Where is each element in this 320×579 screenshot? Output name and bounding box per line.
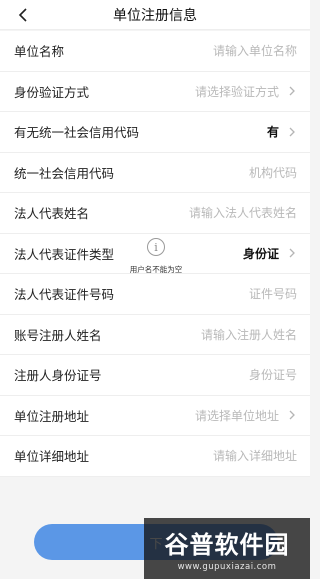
watermark: 谷普软件园 www.gupuxiazai.com	[144, 518, 310, 579]
page-title: 单位注册信息	[113, 7, 197, 24]
form-row-label: 法人代表证件类型	[14, 246, 115, 262]
form-row-input[interactable]: 身份证号	[249, 366, 297, 383]
form-row-label: 注册人身份证号	[14, 368, 102, 384]
form-row[interactable]: 法人代表姓名 请输入法人代表姓名	[0, 193, 310, 234]
toast-message: i 用户名不能为空	[121, 238, 191, 280]
chevron-right-icon	[289, 410, 295, 420]
form-row[interactable]: 单位名称 请输入单位名称	[0, 31, 310, 72]
chevron-right-icon	[289, 127, 295, 137]
toast-text: 用户名不能为空	[129, 265, 183, 274]
form-row-label: 法人代表姓名	[14, 206, 90, 222]
form-row-input[interactable]: 请输入法人代表姓名	[189, 204, 297, 221]
form-row-input[interactable]: 证件号码	[249, 285, 297, 302]
top-nav-bar: 单位注册信息	[0, 0, 310, 30]
info-icon: i	[147, 238, 165, 256]
form-row-label: 统一社会信用代码	[14, 165, 115, 181]
form-row-input[interactable]: 请输入单位名称	[213, 42, 297, 59]
form-row[interactable]: 单位详细地址 请输入详细地址	[0, 436, 310, 477]
form-row[interactable]: 单位注册地址 请选择单位地址	[0, 396, 310, 436]
form-row-label: 法人代表证件号码	[14, 287, 115, 303]
form-row-input[interactable]: 机构代码	[249, 164, 297, 181]
watermark-name: 谷普软件园	[164, 531, 290, 559]
form-row-label: 单位注册地址	[14, 408, 90, 424]
form-row-label: 身份验证方式	[14, 84, 90, 100]
chevron-right-icon	[289, 86, 295, 96]
chevron-left-icon	[18, 8, 27, 22]
form-row-input[interactable]: 请输入注册人姓名	[201, 326, 297, 343]
chevron-right-icon	[289, 248, 295, 258]
watermark-url: www.gupuxiazai.com	[177, 562, 277, 572]
form-row-select[interactable]: 请选择单位地址	[195, 407, 279, 424]
form-row-label: 账号注册人姓名	[14, 327, 102, 343]
form-row-label: 单位详细地址	[14, 449, 90, 465]
form-row-select[interactable]: 请选择验证方式	[195, 83, 279, 100]
form-row-select[interactable]: 有	[267, 123, 279, 140]
back-button[interactable]	[12, 4, 34, 26]
form-row[interactable]: 注册人身份证号 身份证号	[0, 355, 310, 396]
form-row-label: 单位名称	[14, 44, 65, 60]
form-row[interactable]: 账号注册人姓名 请输入注册人姓名	[0, 315, 310, 355]
form-row-label: 有无统一社会信用代码	[14, 125, 140, 141]
form-row[interactable]: 统一社会信用代码 机构代码	[0, 153, 310, 193]
form-row[interactable]: 身份验证方式 请选择验证方式	[0, 72, 310, 112]
form-row[interactable]: 法人代表证件号码 证件号码	[0, 274, 310, 315]
form-row-select[interactable]: 身份证	[243, 245, 279, 262]
form-row-input[interactable]: 请输入详细地址	[213, 447, 297, 464]
form-row[interactable]: 有无统一社会信用代码 有	[0, 112, 310, 153]
